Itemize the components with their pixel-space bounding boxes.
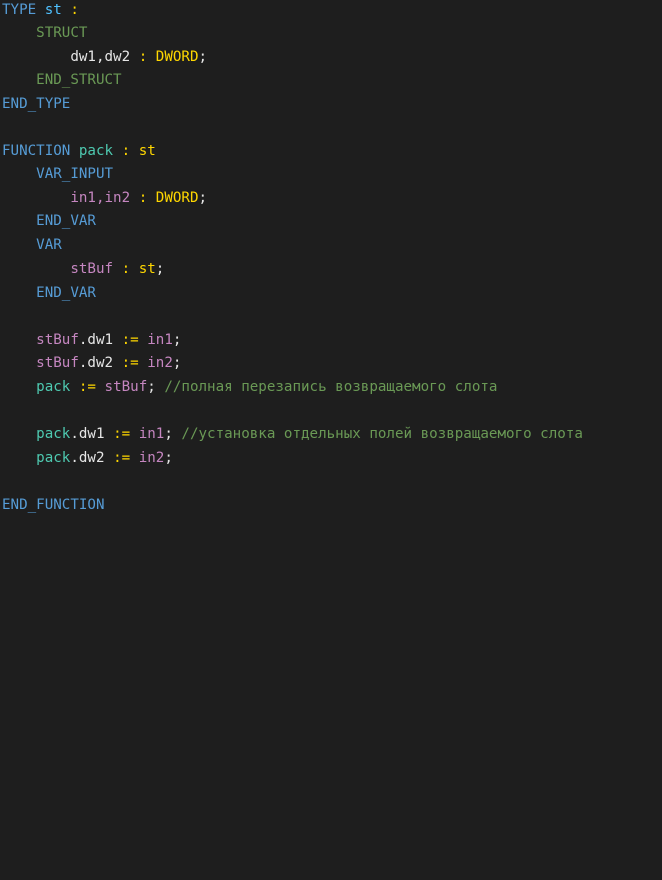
keyword-function: FUNCTION (2, 143, 71, 159)
stbuf-ref: stBuf (36, 355, 79, 371)
stbuf-ref: stBuf (36, 332, 79, 348)
keyword-end-function: END_FUNCTION (2, 497, 105, 513)
keyword-end-struct: END_STRUCT (36, 72, 122, 88)
assign-op: := (121, 355, 139, 371)
rhs: in1 (138, 426, 165, 442)
semicolon: ; (155, 261, 165, 277)
code-line-15: stBuf.dw1 := in1; (2, 330, 181, 350)
rhs: in1 (147, 332, 173, 348)
code-line-19: pack.dw1 := in1; //установка отдельных п… (2, 424, 583, 444)
var-name: stBuf (70, 261, 114, 277)
code-line-17: pack := stBuf; //полная перезапись возвр… (2, 377, 497, 397)
code-line-16: stBuf.dw2 := in2; (2, 353, 181, 373)
colon: : (138, 190, 148, 206)
field-ref: .dw1 (78, 332, 114, 348)
semicolon: ; (172, 332, 182, 348)
code-line-10: END_VAR (2, 211, 96, 231)
code-line-1: TYPE st : (2, 0, 79, 20)
code-line-9: in1,in2 : DWORD; (2, 188, 207, 208)
keyword-struct: STRUCT (36, 25, 88, 41)
semicolon: ; (172, 355, 182, 371)
type-st: st (138, 261, 156, 277)
rhs: in2 (138, 450, 165, 466)
field-ref: .dw2 (70, 450, 105, 466)
code-line-8: VAR_INPUT (2, 164, 113, 184)
type-name: st (44, 2, 62, 18)
keyword-end-type: END_TYPE (2, 96, 71, 112)
rhs: stBuf (104, 379, 148, 395)
type-dword: DWORD (155, 190, 199, 206)
semicolon: ; (147, 379, 156, 395)
code-editor[interactable]: TYPE st : STRUCT dw1,dw2 : DWORD; END_ST… (0, 0, 662, 521)
keyword-end-var: END_VAR (36, 213, 96, 229)
keyword-var-input: VAR_INPUT (36, 166, 114, 182)
colon: : (138, 49, 148, 65)
code-line-20: pack.dw2 := in2; (2, 448, 173, 468)
semicolon: ; (164, 450, 173, 466)
colon: : (121, 143, 131, 159)
keyword-end-var: END_VAR (36, 285, 96, 301)
semicolon: ; (198, 49, 208, 65)
code-line-11: VAR (2, 235, 62, 255)
code-line-7: FUNCTION pack : st (2, 141, 156, 161)
assign-op: := (78, 379, 96, 395)
rhs: in2 (147, 355, 173, 371)
code-line-5: END_TYPE (2, 94, 70, 114)
pack-ref: pack (36, 426, 71, 442)
keyword-var: VAR (36, 237, 62, 253)
comment: //полная перезапись возвращаемого слота (164, 379, 498, 395)
code-line-2: STRUCT (2, 23, 87, 43)
assign-op: := (113, 450, 131, 466)
pack-ref: pack (36, 450, 71, 466)
code-line-22: END_FUNCTION (2, 495, 105, 515)
input-names: in1,in2 (70, 190, 131, 206)
type-dword: DWORD (155, 49, 199, 65)
semicolon: ; (164, 426, 173, 442)
field-names: dw1,dw2 (70, 49, 131, 65)
code-line-13: END_VAR (2, 283, 96, 303)
colon: : (121, 261, 131, 277)
assign-op: := (121, 332, 139, 348)
field-ref: .dw2 (78, 355, 114, 371)
comment: //установка отдельных полей возвращаемог… (181, 426, 583, 442)
semicolon: ; (198, 190, 208, 206)
return-type: st (138, 143, 156, 159)
code-line-4: END_STRUCT (2, 70, 122, 90)
field-ref: .dw1 (70, 426, 105, 442)
code-line-3: dw1,dw2 : DWORD; (2, 47, 207, 67)
assign-op: := (113, 426, 131, 442)
colon: : (70, 2, 79, 18)
function-name: pack (78, 143, 114, 159)
code-line-12: stBuf : st; (2, 259, 164, 279)
lhs: pack (36, 379, 71, 395)
keyword-type: TYPE (2, 2, 37, 18)
